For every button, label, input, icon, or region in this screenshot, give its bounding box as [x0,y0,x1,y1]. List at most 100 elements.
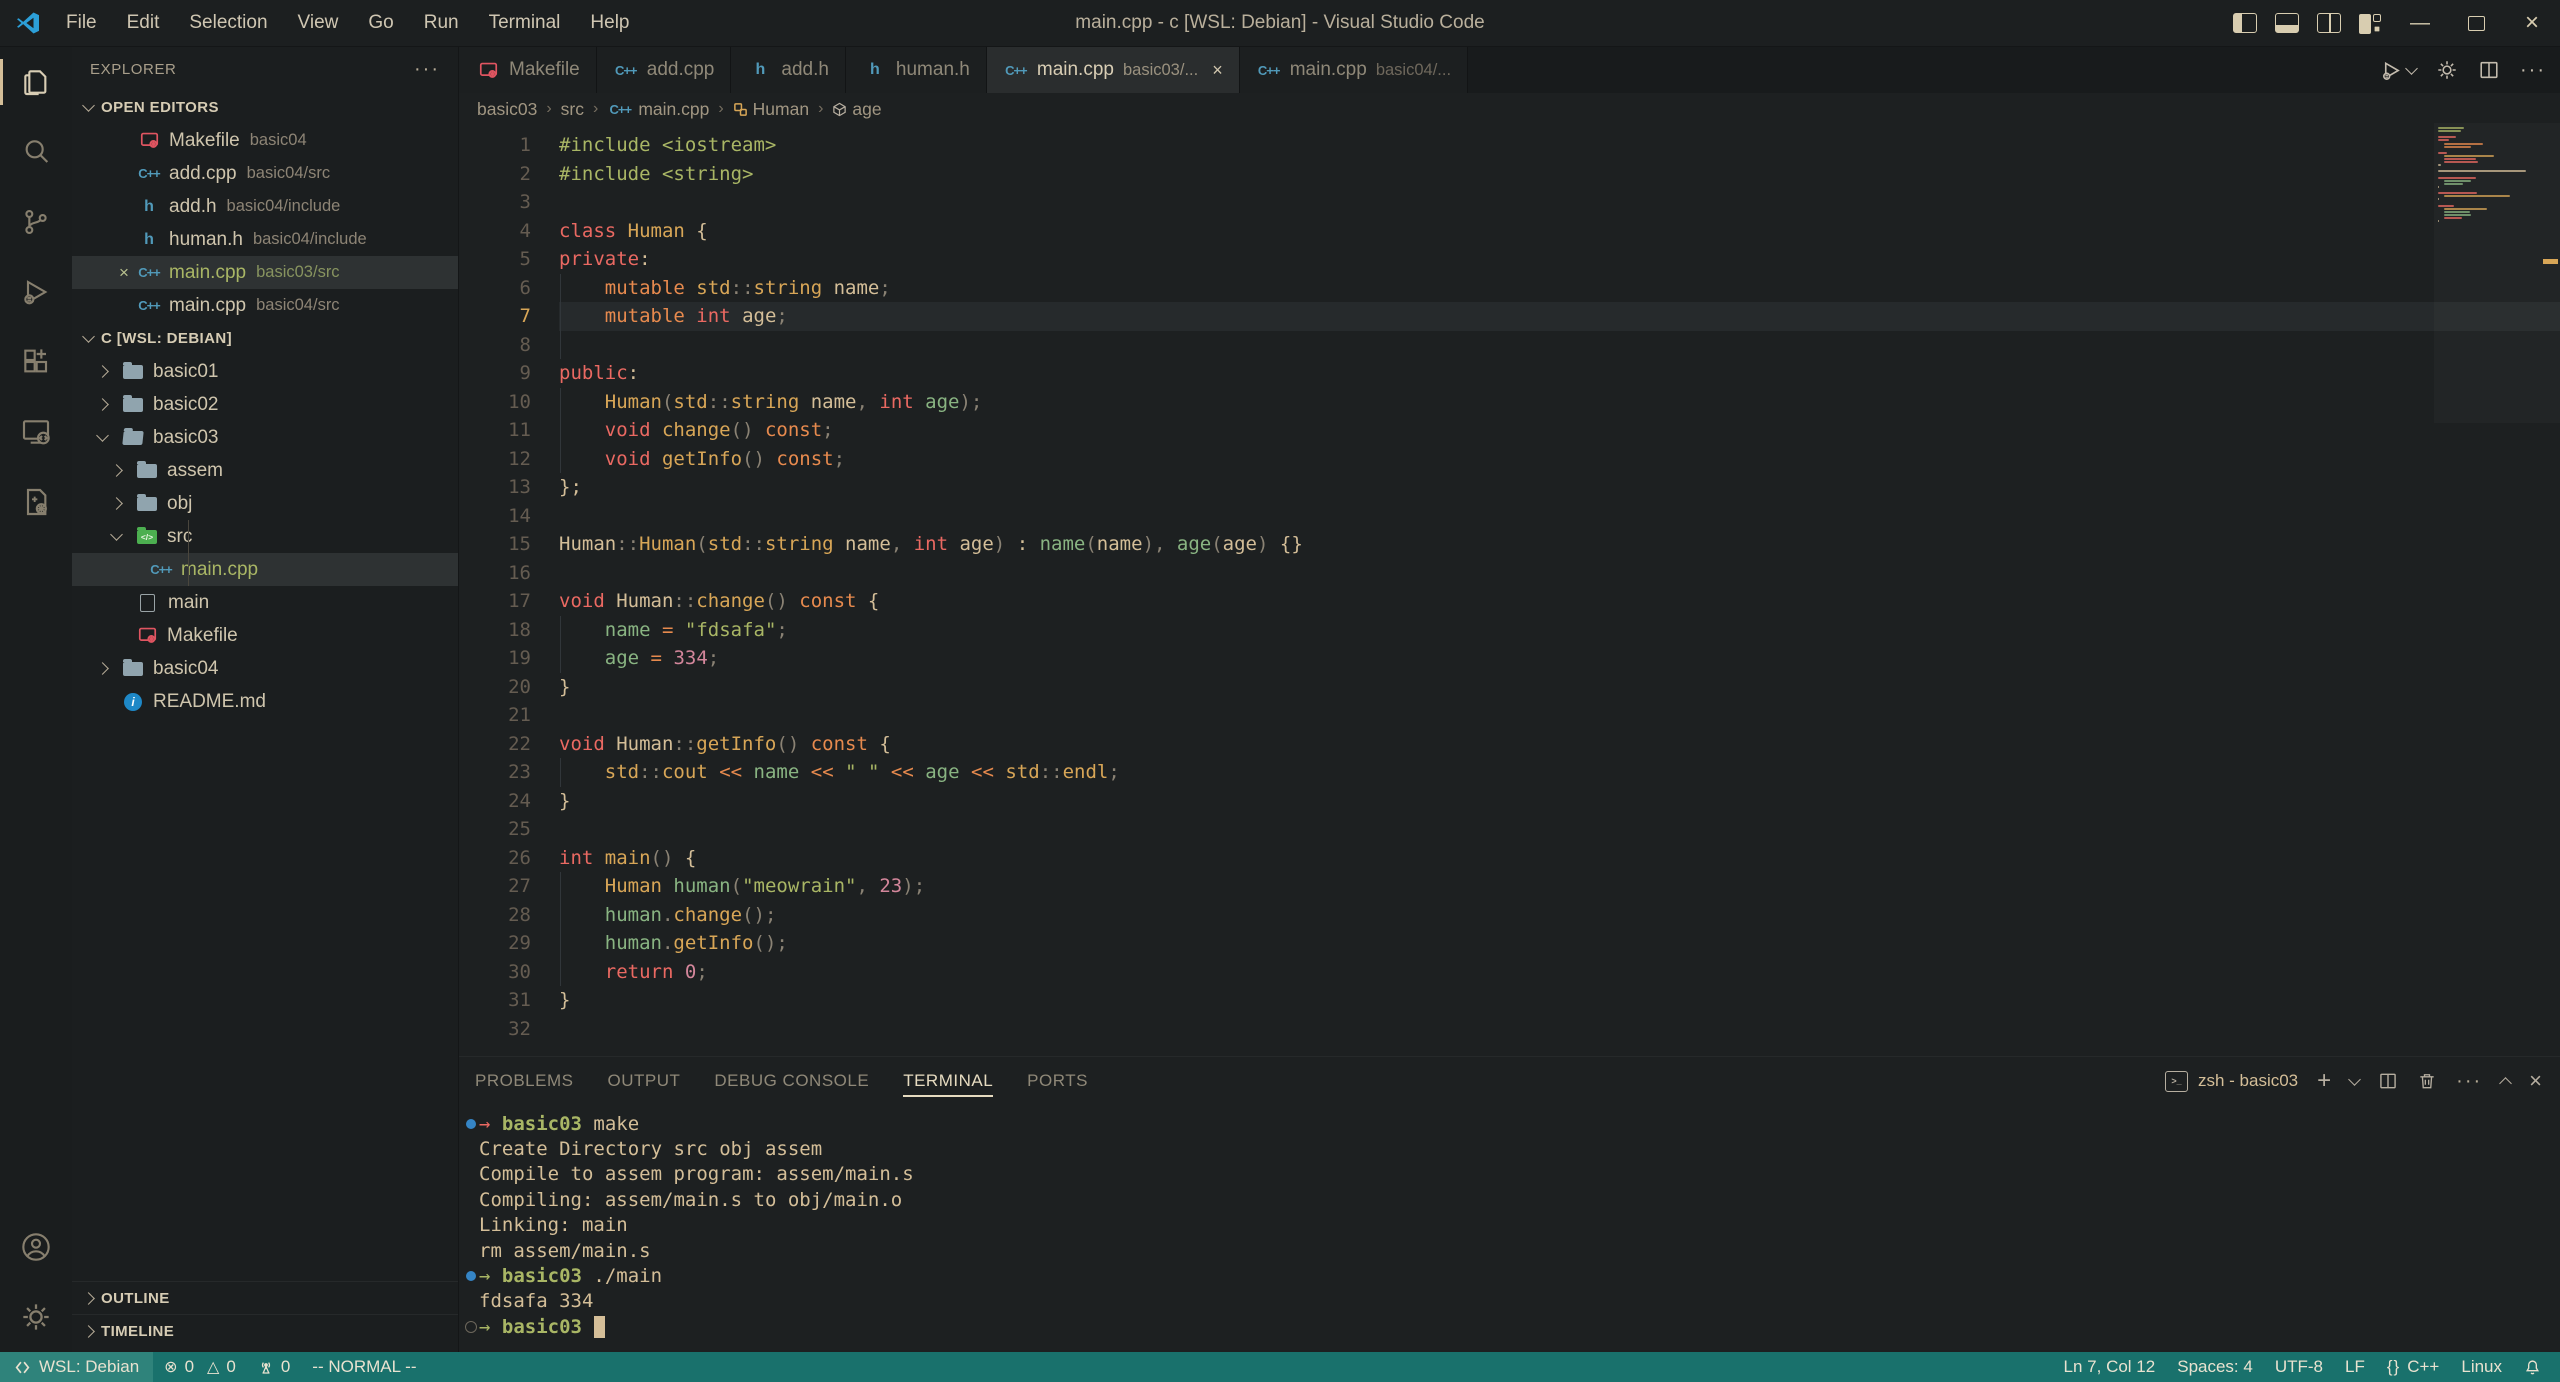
menu-file[interactable]: File [54,8,109,38]
vim-mode-indicator[interactable]: -- NORMAL -- [301,1352,427,1382]
command-decoration[interactable] [462,1271,479,1281]
open-editor-item[interactable]: C++main.cppbasic04/src [72,289,458,322]
editor-tab[interactable]: C++main.cppbasic03/...× [987,47,1240,93]
line-number: 20 [459,673,531,702]
minimap-line [2444,195,2510,197]
panel-tab-terminal[interactable]: TERMINAL [903,1057,993,1105]
breadcrumb-item[interactable]: basic03 [477,99,537,120]
outline-header[interactable]: OUTLINE [72,1281,458,1315]
open-editor-item[interactable]: hadd.hbasic04/include [72,190,458,223]
minimap[interactable] [2436,127,2540,427]
ports-indicator[interactable]: 0 [247,1352,301,1382]
tree-item[interactable]: basic04 [72,652,458,685]
tree-item[interactable]: basic03 [72,421,458,454]
problems-indicator[interactable]: ⊗0 △0 [153,1352,247,1382]
encoding[interactable]: UTF-8 [2264,1352,2334,1382]
tree-item[interactable]: src [72,520,458,553]
menu-help[interactable]: Help [578,8,641,38]
tree-item[interactable]: Makefile [72,619,458,652]
open-editor-item[interactable]: C++add.cppbasic04/src [72,157,458,190]
menu-view[interactable]: View [286,8,351,38]
menu-edit[interactable]: Edit [115,8,172,38]
sidebar-item-cpp-tools[interactable] [0,467,72,537]
split-terminal-button[interactable] [2378,1071,2398,1091]
sidebar-item-explorer[interactable] [0,47,72,117]
tree-item[interactable]: basic02 [72,388,458,421]
panel-tab-output[interactable]: OUTPUT [607,1057,680,1105]
os-indicator[interactable]: Linux [2450,1352,2513,1382]
timeline-header[interactable]: TIMELINE [72,1314,458,1348]
new-terminal-button[interactable]: + [2317,1069,2331,1093]
account-icon[interactable] [0,1212,72,1282]
toggle-panel-icon[interactable] [2275,13,2299,33]
menu-run[interactable]: Run [412,8,471,38]
breadcrumb-item[interactable]: age [832,99,881,120]
remote-indicator[interactable]: WSL: Debian [0,1352,153,1382]
explorer-more-actions-icon[interactable]: ··· [414,58,440,81]
tree-item[interactable]: obj [72,487,458,520]
menu-selection[interactable]: Selection [177,8,279,38]
customize-layout-icon[interactable] [2359,14,2383,32]
editor-tab[interactable]: C++main.cppbasic04/... [1240,47,1468,93]
terminal-instance-label[interactable]: zsh - basic03 [2198,1071,2298,1091]
line-number: 28 [459,901,531,930]
minimize-button[interactable]: — [2392,0,2448,46]
editor-tab[interactable]: Makefile [459,47,597,93]
open-editor-item[interactable]: ×C++main.cppbasic03/src [72,256,458,289]
open-editors-header[interactable]: OPEN EDITORS [72,91,458,124]
panel-more-actions-icon[interactable]: ··· [2456,1070,2482,1093]
workspace-folder-header[interactable]: C [WSL: DEBIAN] [72,322,458,355]
breadcrumb-item[interactable]: src [561,99,584,120]
code-line-content: human.change(); [531,901,2560,930]
maximize-panel-icon[interactable] [2499,1077,2512,1090]
panel-tab-debug-console[interactable]: DEBUG CONSOLE [714,1057,869,1105]
tree-item[interactable]: assem [72,454,458,487]
code-editor[interactable]: 1#include <iostream>2#include <string>34… [459,125,2560,1056]
panel-tab-ports[interactable]: PORTS [1027,1057,1088,1105]
close-button[interactable]: × [2504,0,2560,46]
restore-button[interactable] [2448,0,2504,46]
sidebar-item-source-control[interactable] [0,187,72,257]
panel-tab-problems[interactable]: PROBLEMS [475,1057,573,1105]
settings-gear-icon[interactable] [0,1282,72,1352]
editor-tab[interactable]: C++add.cpp [597,47,732,93]
open-editor-item[interactable]: Makefilebasic04 [72,124,458,157]
open-editor-item[interactable]: hhuman.hbasic04/include [72,223,458,256]
close-editor-icon[interactable]: × [112,263,136,283]
menu-go[interactable]: Go [356,8,405,38]
tree-item[interactable]: C++main.cpp [72,553,458,586]
menu-terminal[interactable]: Terminal [477,8,573,38]
close-panel-icon[interactable]: × [2529,1070,2542,1092]
sidebar-item-search[interactable] [0,117,72,187]
code-line-content: void Human::getInfo() const { [531,730,2560,759]
settings-gear-button[interactable] [2436,59,2458,81]
toggle-secondary-sidebar-icon[interactable] [2317,13,2341,33]
editor-tab[interactable]: hhuman.h [846,47,987,93]
terminal-output[interactable]: → basic03 makeCreate Directory src obj a… [459,1111,2560,1352]
editor-tab[interactable]: hadd.h [731,47,846,93]
tree-item[interactable]: basic01 [72,355,458,388]
kill-terminal-button[interactable] [2417,1071,2437,1091]
tab-close-icon[interactable]: × [1212,60,1223,81]
sidebar-item-extensions[interactable] [0,327,72,397]
toggle-sidebar-icon[interactable] [2233,13,2257,33]
sidebar-item-remote-explorer[interactable] [0,397,72,467]
editor-more-actions-icon[interactable]: ··· [2520,59,2546,82]
sidebar-item-run-debug[interactable] [0,257,72,327]
command-decoration[interactable] [462,1321,479,1333]
terminal-dropdown-icon[interactable] [2348,1073,2361,1086]
split-editor-button[interactable] [2478,59,2500,81]
notifications-bell[interactable] [2513,1352,2552,1382]
run-debug-button[interactable] [2380,59,2416,82]
breadcrumb-item[interactable]: C++main.cpp [607,99,709,120]
minimap-line [2438,220,2439,222]
tree-item[interactable]: main [72,586,458,619]
breadcrumb-item[interactable]: Human [733,99,809,120]
indentation[interactable]: Spaces: 4 [2166,1352,2264,1382]
cursor-position[interactable]: Ln 7, Col 12 [2053,1352,2167,1382]
language-mode[interactable]: {}C++ [2376,1352,2451,1382]
remote-explorer-icon [20,416,52,448]
tree-item[interactable]: iREADME.md [72,685,458,718]
command-decoration[interactable] [462,1119,479,1129]
eol-sequence[interactable]: LF [2334,1352,2376,1382]
